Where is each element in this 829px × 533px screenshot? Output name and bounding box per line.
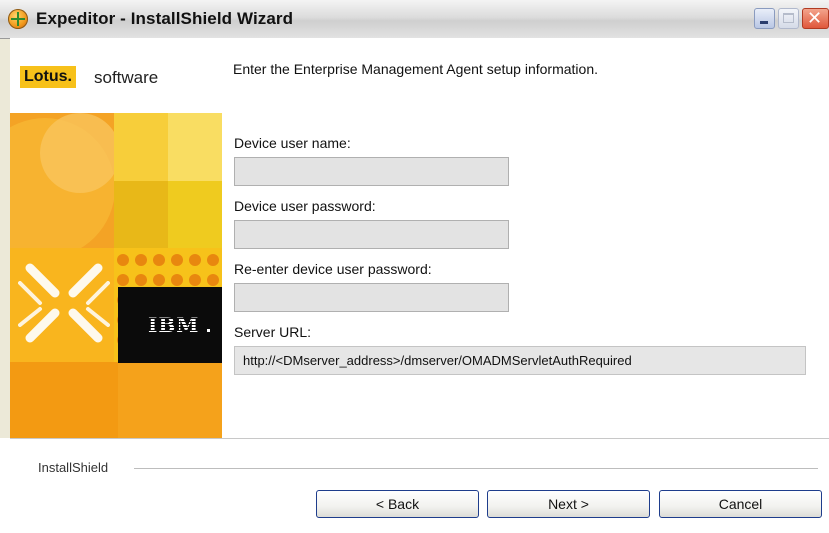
ibm-logo-dot xyxy=(207,329,210,332)
reenter-password-input[interactable] xyxy=(234,283,509,312)
page-heading: Enter the Enterprise Management Agent se… xyxy=(233,61,598,77)
lotus-software-text: software xyxy=(94,68,159,87)
window-title: Expeditor - InstallShield Wizard xyxy=(36,9,294,28)
installshield-label: InstallShield xyxy=(38,460,109,475)
back-button[interactable]: < Back xyxy=(316,490,479,518)
server-url-input[interactable] xyxy=(234,346,806,375)
device-user-name-input[interactable] xyxy=(234,157,509,186)
cancel-button[interactable]: Cancel xyxy=(659,490,822,518)
branding-artwork xyxy=(10,113,222,438)
reenter-password-label: Re-enter device user password: xyxy=(234,261,432,277)
maximize-icon xyxy=(783,13,794,23)
device-user-name-label: Device user name: xyxy=(234,135,351,151)
installshield-divider xyxy=(134,468,818,469)
device-user-password-label: Device user password: xyxy=(234,198,376,214)
minimize-button[interactable] xyxy=(754,8,775,29)
server-url-label: Server URL: xyxy=(234,324,312,340)
ibm-logo: IBM xyxy=(148,313,200,337)
lotus-badge: Lotus. xyxy=(20,66,76,88)
close-button[interactable]: ✕ xyxy=(802,8,829,29)
wizard-footer: InstallShield < Back Next > Cancel xyxy=(0,438,829,533)
form-panel: Enter the Enterprise Management Agent se… xyxy=(222,38,829,438)
minimize-icon xyxy=(760,21,768,24)
title-bar[interactable]: Expeditor - InstallShield Wizard ✕ xyxy=(0,0,829,39)
ibm-logo-box: IBM xyxy=(118,287,222,363)
device-user-password-input[interactable] xyxy=(234,220,509,249)
expeditor-app-icon xyxy=(8,9,28,29)
branding-panel: Lotus. software IBM xyxy=(10,38,222,438)
footer-divider xyxy=(10,438,829,439)
next-button[interactable]: Next > xyxy=(487,490,650,518)
installer-window: Expeditor - InstallShield Wizard ✕ Lotus… xyxy=(0,0,829,533)
maximize-button[interactable] xyxy=(778,8,799,29)
lotus-logo-area: Lotus. software xyxy=(10,38,222,113)
close-icon: ✕ xyxy=(807,8,823,29)
